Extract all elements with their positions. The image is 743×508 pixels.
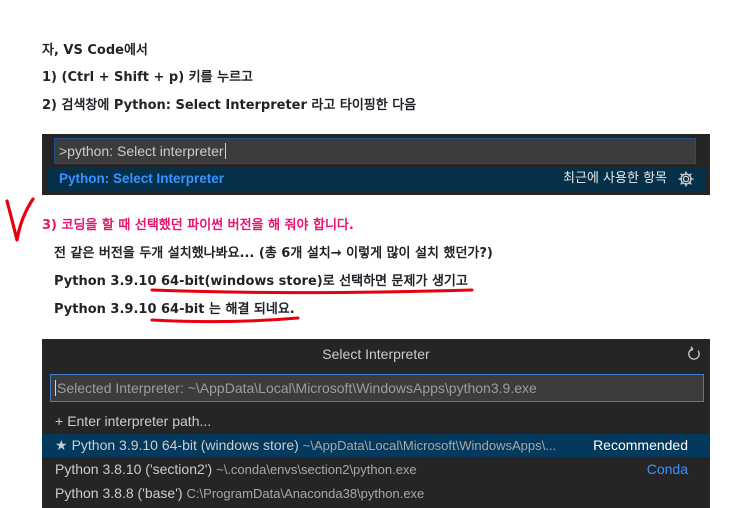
note-line-1: 3) 코딩을 할 때 선택했던 파이썬 버전을 해 줘야 합니다. (42, 218, 354, 233)
interpreter-path: C:\ProgramData\Anaconda38\python.exe (186, 486, 425, 501)
interpreter-item[interactable]: Python 3.8.8 ('base') C:\ProgramData\Anac… (42, 482, 710, 505)
enter-interpreter-path-item[interactable]: + Enter interpreter path... (42, 410, 710, 433)
command-palette-input[interactable]: >python: Select interpreter (54, 138, 696, 164)
check-mark-icon (5, 197, 35, 242)
interpreter-item[interactable]: ★ Python 3.9.10 64-bit (windows store) ~\A… (42, 434, 710, 457)
conda-badge: Conda (646, 461, 688, 477)
intro-line-1: 자, VS Code에서 (42, 43, 148, 58)
star-icon: ★ (55, 437, 68, 453)
intro-line-2: 1) (Ctrl + Shift + p) 키를 누르고 (42, 70, 254, 85)
interpreter-path: ~\.conda\envs\section2\python.exe (216, 462, 417, 477)
note-line-3: Python 3.9.10 64-bit(windows store)로 선택하… (54, 274, 468, 289)
interpreter-search-input[interactable]: Selected Interpreter: ~\AppData\Local\Mi… (50, 374, 704, 402)
recommended-badge: Recommended (593, 437, 688, 453)
recently-used-label: 최근에 사용한 항목 (563, 171, 667, 186)
text-cursor (224, 143, 226, 159)
palette-item-select-interpreter[interactable]: Python: Select Interpreter 최근에 사용한 항목 (47, 167, 705, 191)
refresh-icon[interactable] (686, 346, 702, 362)
palette-item-label: Python: Select Interpreter (59, 171, 225, 186)
gear-icon[interactable] (678, 171, 694, 187)
command-palette: >python: Select interpreter Python: Sele… (42, 134, 710, 195)
interpreter-label: Python 3.8.10 ('section2') (55, 461, 213, 477)
plus-icon: + (55, 413, 64, 429)
note-line-2: 전 같은 버전을 두개 설치했나봐요... (총 6개 설치→ 이렇게 많이 설… (54, 246, 493, 261)
interpreter-path: ~\AppData\Local\Microsoft\WindowsApps\..… (302, 438, 557, 453)
interpreter-label: Python 3.8.8 ('base') (55, 485, 183, 501)
note-line-4: Python 3.9.10 64-bit 는 해결 되네요. (54, 302, 295, 317)
picker-title: Select Interpreter (322, 346, 430, 362)
interpreter-item[interactable]: Python 3.8.10 ('section2') ~\.conda\envs\… (42, 458, 710, 481)
select-interpreter-picker: Select Interpreter Selected Interpreter:… (42, 339, 710, 508)
interpreter-label: Python 3.9.10 64-bit (windows store) (71, 437, 299, 453)
intro-line-3: 2) 검색창에 Python: Select Interpreter 라고 타이… (42, 98, 417, 113)
text-cursor (55, 380, 56, 396)
